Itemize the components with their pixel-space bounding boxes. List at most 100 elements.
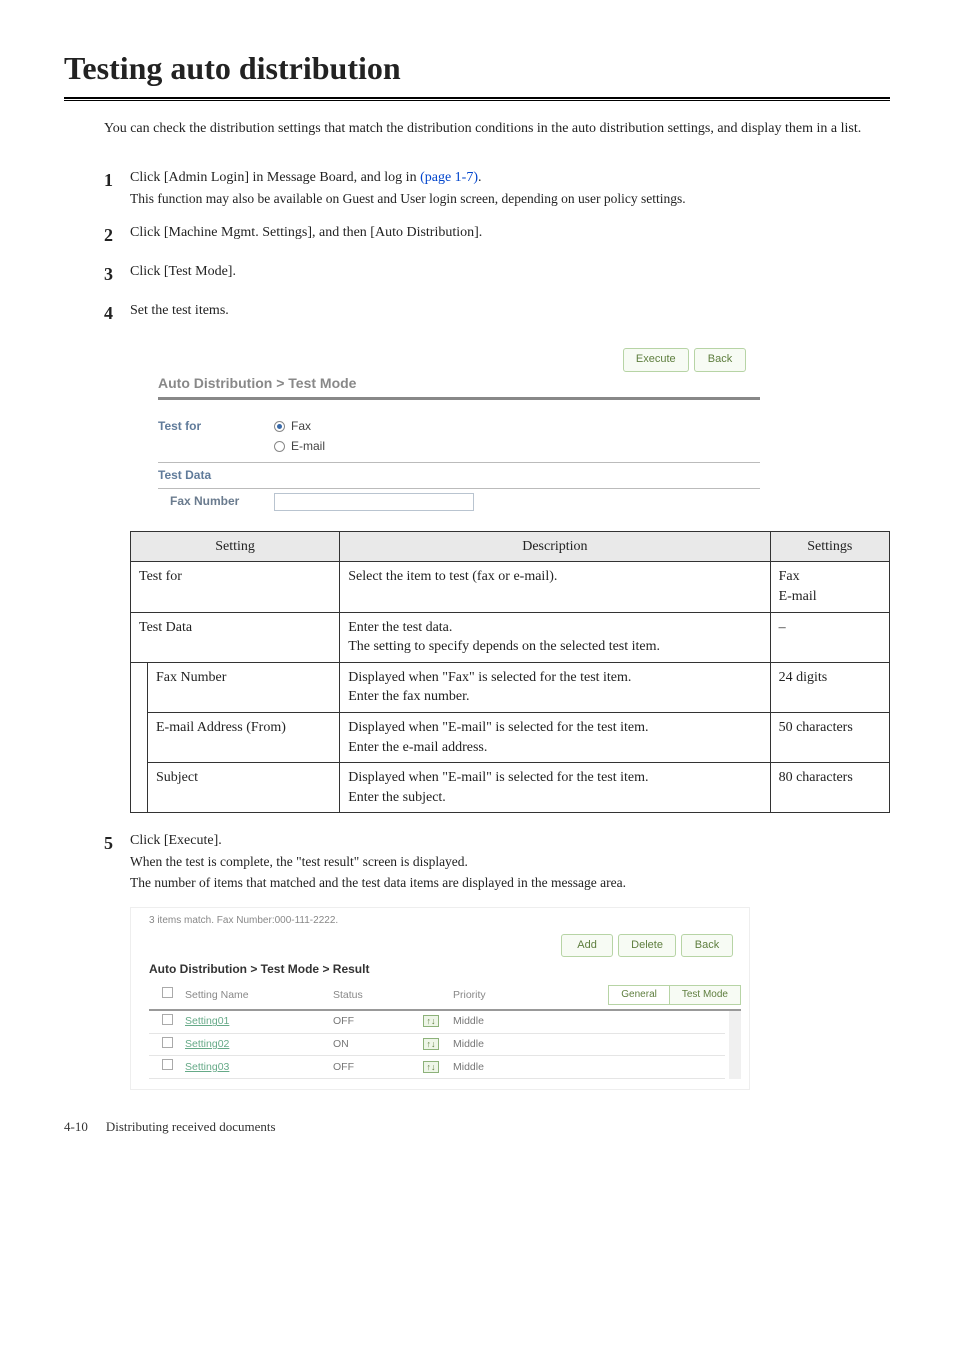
list-item: Setting02 ON ↑↓ Middle [149,1034,725,1057]
radio-fax-label: Fax [291,418,311,435]
step-3-text: Click [Test Mode]. [130,262,890,282]
step-1-text-a: Click [Admin Login] in Message Board, an… [130,170,420,185]
cell-test-data-desc: Enter the test data. The setting to spec… [340,612,770,662]
intro-text: You can check the distribution settings … [104,119,890,139]
cell-email-from-vals: 50 characters [770,712,889,762]
select-all-checkbox[interactable] [162,987,173,998]
row-checkbox[interactable] [162,1059,173,1070]
execute-button[interactable]: Execute [623,348,689,371]
step-5-note2: The number of items that matched and the… [130,874,890,893]
table-row: Test for Select the item to test (fax or… [131,562,890,612]
delete-button[interactable]: Delete [618,934,676,957]
reorder-icon[interactable]: ↑↓ [423,1061,439,1073]
scrollbar[interactable] [729,1011,741,1079]
setting-link[interactable]: Setting03 [185,1061,229,1073]
radio-email[interactable]: E-mail [274,438,325,455]
th-settings: Settings [770,531,889,562]
panel1-breadcrumb: Auto Distribution > Test Mode [158,374,760,394]
cell-subject: Subject [148,763,340,813]
table-row: Test Data Enter the test data. The setti… [131,612,890,662]
step-5-note1: When the test is complete, the "test res… [130,853,890,872]
reorder-icon[interactable]: ↑↓ [423,1038,439,1050]
table-row: Subject Displayed when "E-mail" is selec… [131,763,890,813]
cell-test-for-desc: Select the item to test (fax or e-mail). [340,562,770,612]
row-checkbox[interactable] [162,1037,173,1048]
panel1-divider [158,397,760,400]
result-header-row: Setting Name Status Priority General Tes… [149,981,741,1011]
setting-link[interactable]: Setting01 [185,1015,229,1027]
add-button[interactable]: Add [561,934,613,957]
title-rule [64,97,890,101]
tab-general[interactable]: General [608,985,670,1005]
fax-number-label: Fax Number [158,493,274,510]
row-status: ON [333,1037,423,1052]
radio-fax[interactable]: Fax [274,418,325,435]
page-footer: 4-10 Distributing received documents [64,1118,890,1136]
cell-email-from: E-mail Address (From) [148,712,340,762]
col-setting-name: Setting Name [185,988,333,1003]
result-panel: 3 items match. Fax Number:000-111-2222. … [130,907,750,1090]
settings-table: Setting Description Settings Test for Se… [130,531,890,814]
panel2-breadcrumb: Auto Distribution > Test Mode > Result [149,961,741,978]
cell-test-for: Test for [131,562,340,612]
test-mode-panel: Execute Back Auto Distribution > Test Mo… [130,340,770,514]
list-item: Setting01 OFF ↑↓ Middle [149,1011,725,1034]
test-data-label: Test Data [158,467,274,484]
cell-test-for-vals: Fax E-mail [770,562,889,612]
panel1-sep2 [158,488,760,489]
step-3: 3 Click [Test Mode]. [104,262,890,287]
back-button[interactable]: Back [694,348,746,371]
th-setting: Setting [131,531,340,562]
row-status: OFF [333,1060,423,1075]
step-3-number: 3 [104,262,130,287]
th-description: Description [340,531,770,562]
step-1-number: 1 [104,168,130,193]
page-title: Testing auto distribution [64,46,890,91]
step-5: 5 Click [Execute]. When the test is comp… [104,831,890,892]
radio-email-label: E-mail [291,438,325,455]
step-4-text: Set the test items. [130,301,890,321]
step-5-number: 5 [104,831,130,856]
cell-fax-number-desc: Displayed when "Fax" is selected for the… [340,662,770,712]
col-priority: Priority [453,988,609,1003]
row-priority: Middle [453,1037,725,1052]
cell-fax-number: Fax Number [148,662,340,712]
footer-page-number: 4-10 [64,1118,88,1136]
tab-test-mode[interactable]: Test Mode [669,985,741,1005]
step-5-text: Click [Execute]. [130,831,890,851]
step-1-note: This function may also be available on G… [130,190,890,209]
step-1: 1 Click [Admin Login] in Message Board, … [104,168,890,208]
cell-fax-number-vals: 24 digits [770,662,889,712]
footer-chapter: Distributing received documents [106,1118,276,1136]
step-1-text-b: . [478,170,482,185]
step-1-link[interactable]: (page 1-7) [420,170,478,185]
row-checkbox[interactable] [162,1014,173,1025]
fax-number-input[interactable] [274,493,474,511]
step-2-text: Click [Machine Mgmt. Settings], and then… [130,223,890,243]
radio-fax-dot [274,421,285,432]
reorder-icon[interactable]: ↑↓ [423,1015,439,1027]
table-row: E-mail Address (From) Displayed when "E-… [131,712,890,762]
radio-email-dot [274,441,285,452]
cell-email-from-desc: Displayed when "E-mail" is selected for … [340,712,770,762]
list-item: Setting03 OFF ↑↓ Middle [149,1056,725,1079]
step-4-number: 4 [104,301,130,326]
cell-subject-desc: Displayed when "E-mail" is selected for … [340,763,770,813]
panel1-sep1 [158,462,760,463]
result-message: 3 items match. Fax Number:000-111-2222. [149,914,741,928]
step-2: 2 Click [Machine Mgmt. Settings], and th… [104,223,890,248]
step-2-number: 2 [104,223,130,248]
row-priority: Middle [453,1014,725,1029]
test-for-label: Test for [158,418,274,458]
row-priority: Middle [453,1060,725,1075]
row-status: OFF [333,1014,423,1029]
cell-test-data: Test Data [131,612,340,662]
table-row: Fax Number Displayed when "Fax" is selec… [131,662,890,712]
col-status: Status [333,988,423,1003]
cell-subject-vals: 80 characters [770,763,889,813]
step-4: 4 Set the test items. [104,301,890,326]
back-button-2[interactable]: Back [681,934,733,957]
indent-cell [131,662,148,813]
cell-test-data-vals: – [770,612,889,662]
setting-link[interactable]: Setting02 [185,1038,229,1050]
